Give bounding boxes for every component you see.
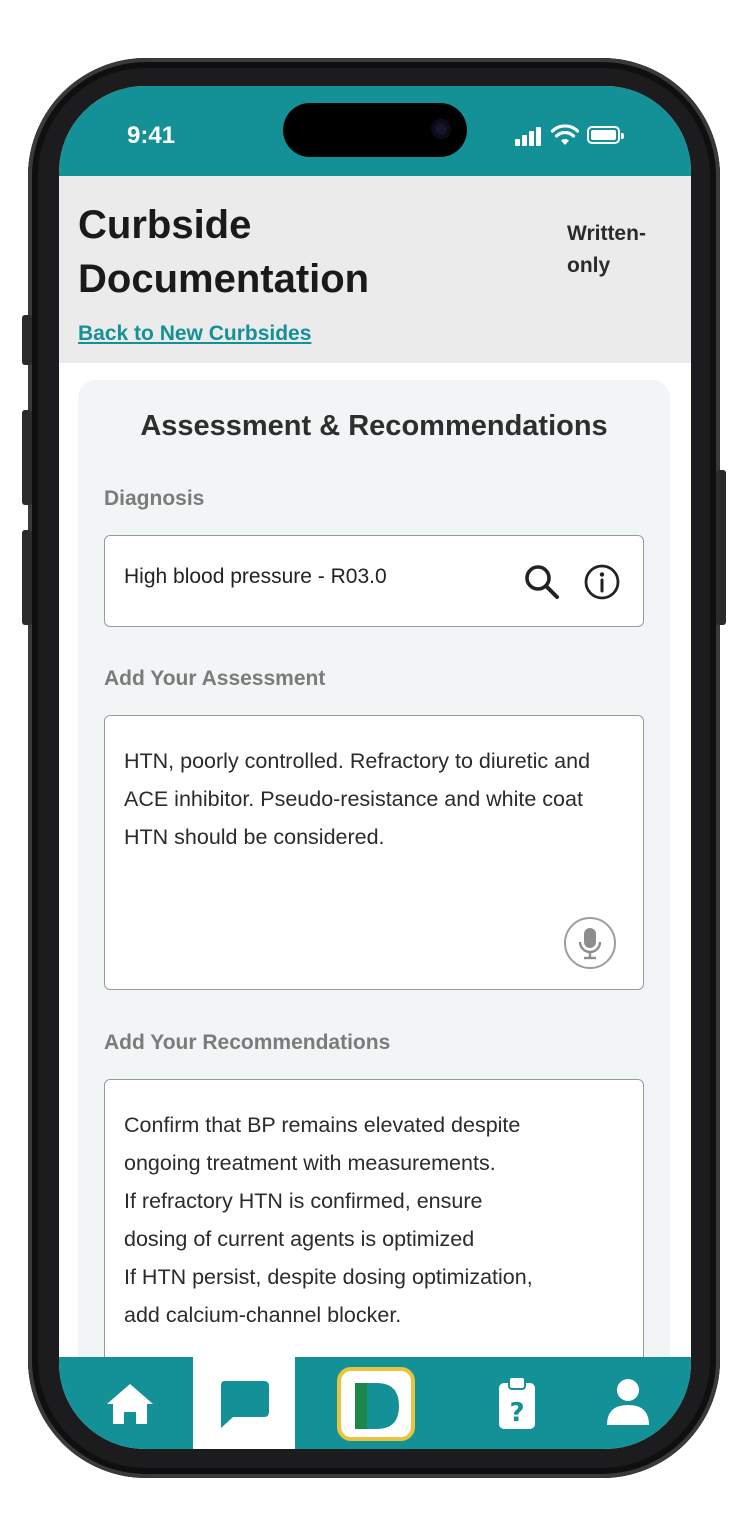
cellular-signal-icon — [515, 126, 543, 146]
diagnosis-field[interactable]: High blood pressure - R03.0 — [104, 535, 644, 627]
recommendation-line: Confirm that BP remains elevated despite — [124, 1113, 521, 1137]
microphone-button[interactable] — [564, 917, 616, 969]
back-to-new-curbsides-link[interactable]: Back to New Curbsides — [78, 322, 311, 346]
nav-profile[interactable] — [579, 1357, 679, 1449]
mode-label: Written-only — [567, 222, 646, 277]
clipboard-question-icon: ? — [499, 1376, 535, 1429]
svg-text:?: ? — [509, 1398, 524, 1428]
scroll-content[interactable]: Assessment & Recommendations Diagnosis H… — [59, 363, 691, 1399]
phone-power-button — [716, 470, 726, 625]
page-title: Curbside Documentation — [78, 203, 370, 301]
recommendation-line: add calcium-channel blocker. — [124, 1303, 402, 1327]
page-header: Curbside Documentation Written-only Back… — [59, 176, 691, 363]
phone-screen: 9:41 Curbside Documentation Written-only… — [59, 86, 691, 1449]
status-time: 9:41 — [127, 122, 176, 149]
nav-chat[interactable] — [193, 1357, 295, 1449]
chat-icon — [221, 1381, 269, 1428]
nav-home[interactable] — [59, 1357, 189, 1449]
phone-volume-up-button — [22, 410, 32, 505]
recommendations-label: Add Your Recommendations — [104, 1031, 391, 1054]
recommendation-line: If refractory HTN is confirmed, ensure — [124, 1189, 483, 1213]
recommendations-text: Confirm that BP remains elevated despite… — [124, 1106, 644, 1334]
microphone-icon — [578, 928, 602, 960]
recommendations-textarea[interactable]: Confirm that BP remains elevated despite… — [104, 1079, 644, 1399]
battery-icon — [587, 126, 624, 144]
assessment-card: Assessment & Recommendations Diagnosis H… — [78, 380, 670, 1399]
search-icon[interactable] — [520, 560, 564, 604]
diagnosis-label: Diagnosis — [104, 487, 205, 510]
phone-side-button — [22, 315, 32, 365]
home-icon — [107, 1384, 153, 1424]
assessment-label: Add Your Assessment — [104, 667, 326, 690]
nav-questions[interactable]: ? — [471, 1357, 561, 1449]
status-bar: 9:41 — [59, 86, 691, 176]
recommendation-line: If HTN persist, despite dosing optimizat… — [124, 1265, 533, 1289]
app-logo-button[interactable] — [337, 1367, 415, 1441]
assessment-textarea[interactable]: HTN, poorly controlled. Refractory to di… — [104, 715, 644, 990]
profile-icon — [607, 1379, 649, 1425]
card-title: Assessment & Recommendations — [140, 410, 608, 442]
recommendation-line: dosing of current agents is optimized — [124, 1227, 475, 1251]
front-camera — [431, 119, 451, 139]
wifi-icon — [551, 124, 579, 145]
recommendation-line: ongoing treatment with measurements. — [124, 1151, 496, 1175]
assessment-text: HTN, poorly controlled. Refractory to di… — [124, 749, 591, 849]
dynamic-island — [283, 103, 467, 157]
bottom-nav: ? — [59, 1357, 691, 1449]
diagnosis-value: High blood pressure - R03.0 — [124, 565, 387, 588]
info-icon[interactable] — [582, 562, 622, 602]
app-logo — [355, 1383, 399, 1429]
phone-volume-down-button — [22, 530, 32, 625]
